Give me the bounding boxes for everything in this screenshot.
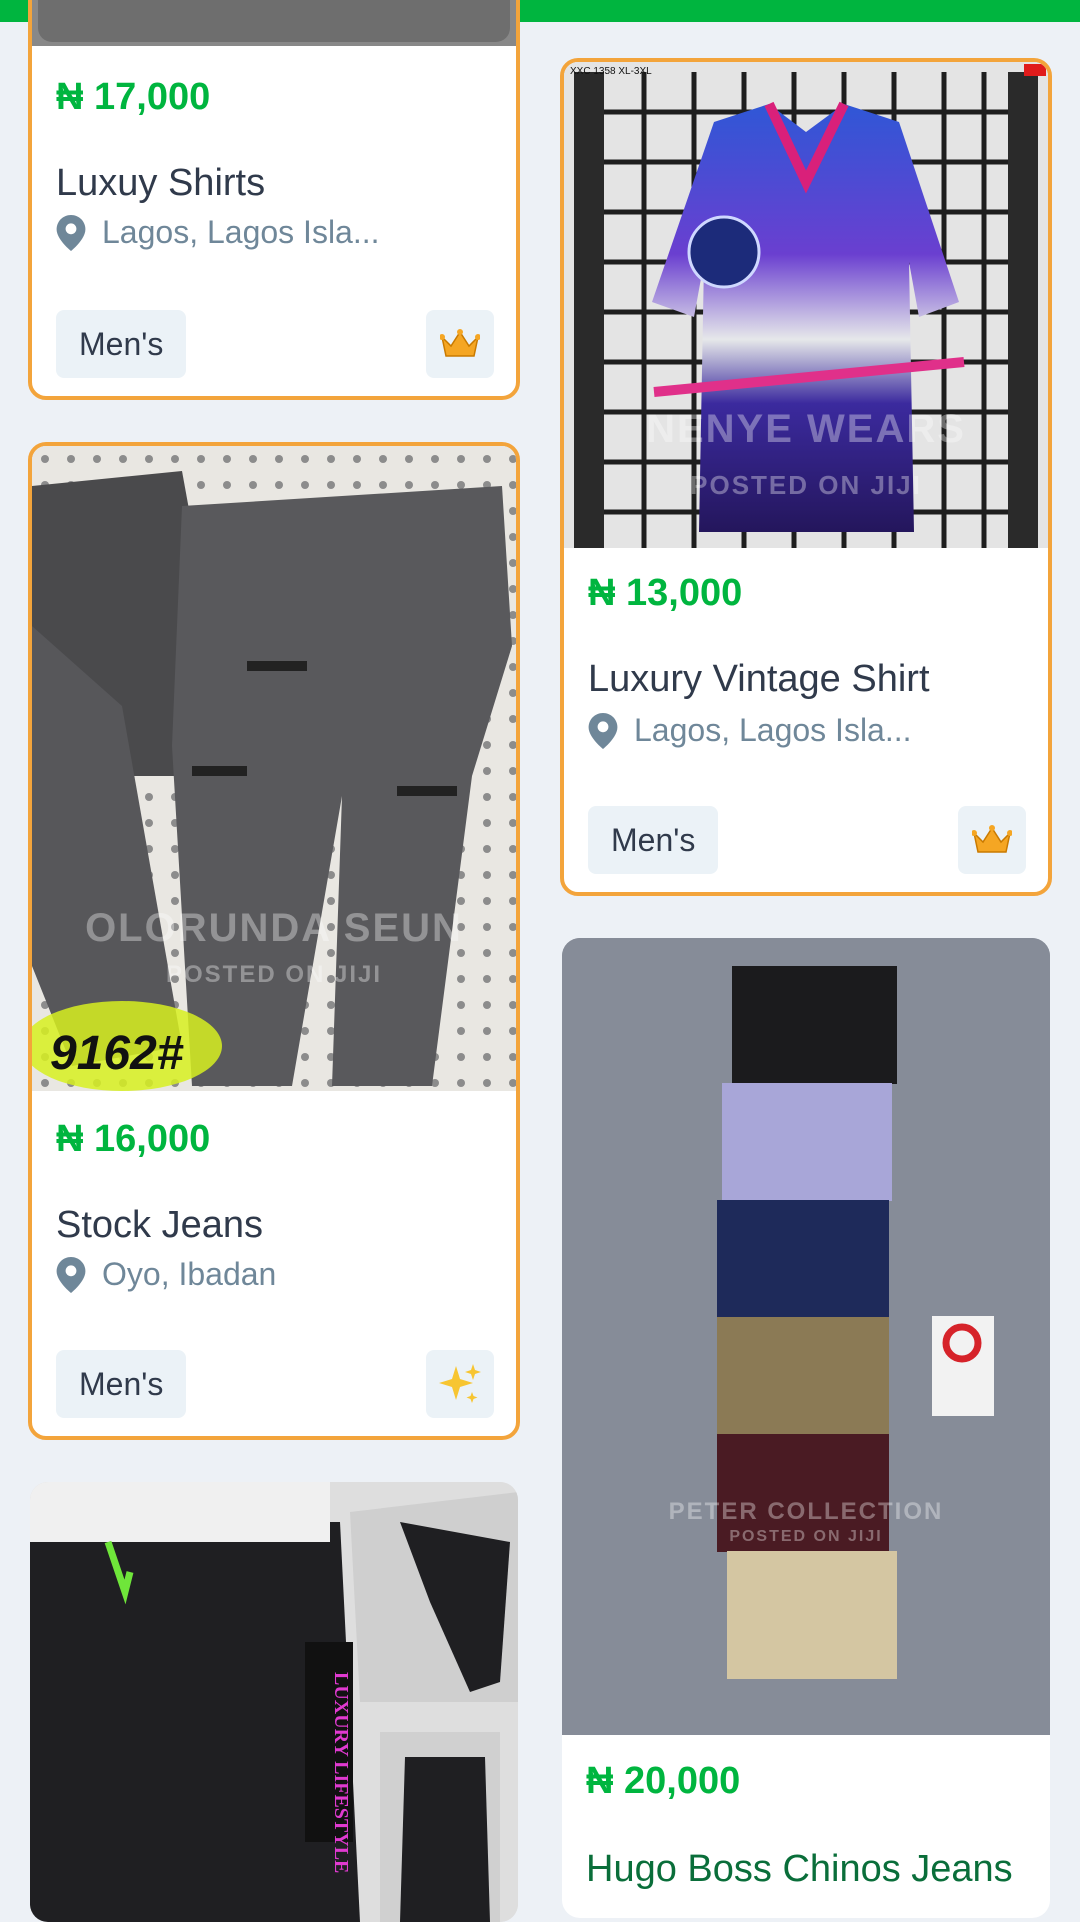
image-watermark: OLORUNDA SEUN [85,906,463,950]
listing-price: ₦ 20,000 [586,1760,741,1802]
listing-price: ₦ 16,000 [56,1118,211,1160]
image-watermark: PETER COLLECTION [668,1498,944,1525]
image-text: LUXURY LIFESTYLE [330,1672,352,1874]
location-text: Lagos, Lagos Isla... [102,214,380,250]
listing-title[interactable]: Luxury Vintage Shirt [588,658,930,701]
boost-badge [426,310,494,378]
listing-card[interactable]: XXC 1358 XL-3XL NENYE WEARS POSTED ON JI… [560,58,1052,896]
listing-location: Oyo, Ibadan [56,1256,276,1293]
listing-location: Lagos, Lagos Isla... [56,214,380,251]
listing-card[interactable]: PETER COLLECTION POSTED ON JIJI ₦ 20,000… [562,938,1050,1918]
image-code: 9162# [50,1027,184,1080]
listing-card[interactable]: ₦ 17,000 Luxuy Shirts Lagos, Lagos Isla.… [28,0,520,400]
category-tag: Men's [588,806,719,874]
listing-card[interactable]: OLORUNDA SEUN POSTED ON JIJI 9162# ₦ 16,… [28,442,520,1440]
image-watermark-sub: POSTED ON JIJI [690,470,922,500]
listing-title[interactable]: Stock Jeans [56,1204,263,1247]
crown-icon [972,825,1012,853]
listing-image[interactable] [32,0,516,46]
location-pin-icon [56,214,86,251]
boost-badge [958,806,1026,874]
location-pin-icon [56,1256,86,1293]
boost-badge [426,1350,494,1418]
category-tag: Men's [56,1350,187,1418]
listing-image[interactable]: LUXURY LIFESTYLE [30,1482,518,1922]
listing-title[interactable]: Hugo Boss Chinos Jeans [586,1848,1013,1891]
image-watermark: NENYE WEARS [646,407,966,451]
sparkles-icon [439,1364,481,1403]
location-pin-icon [588,712,618,749]
image-watermark-sub: POSTED ON JIJI [165,961,383,988]
listing-image[interactable]: XXC 1358 XL-3XL NENYE WEARS POSTED ON JI… [564,62,1048,548]
location-text: Lagos, Lagos Isla... [634,712,912,748]
category-tag: Men's [56,310,187,378]
image-label: XXC 1358 XL-3XL [570,66,652,77]
listing-card[interactable]: LUXURY LIFESTYLE [30,1482,518,1922]
listing-image[interactable]: OLORUNDA SEUN POSTED ON JIJI 9162# [32,446,516,1091]
image-watermark-sub: POSTED ON JIJI [729,1528,883,1545]
crown-icon [440,329,480,357]
listing-title[interactable]: Luxuy Shirts [56,162,265,205]
listing-image[interactable]: PETER COLLECTION POSTED ON JIJI [562,938,1050,1735]
listing-location: Lagos, Lagos Isla... [588,712,912,749]
listing-price: ₦ 13,000 [588,572,743,614]
listing-price: ₦ 17,000 [56,76,211,118]
location-text: Oyo, Ibadan [102,1256,277,1292]
